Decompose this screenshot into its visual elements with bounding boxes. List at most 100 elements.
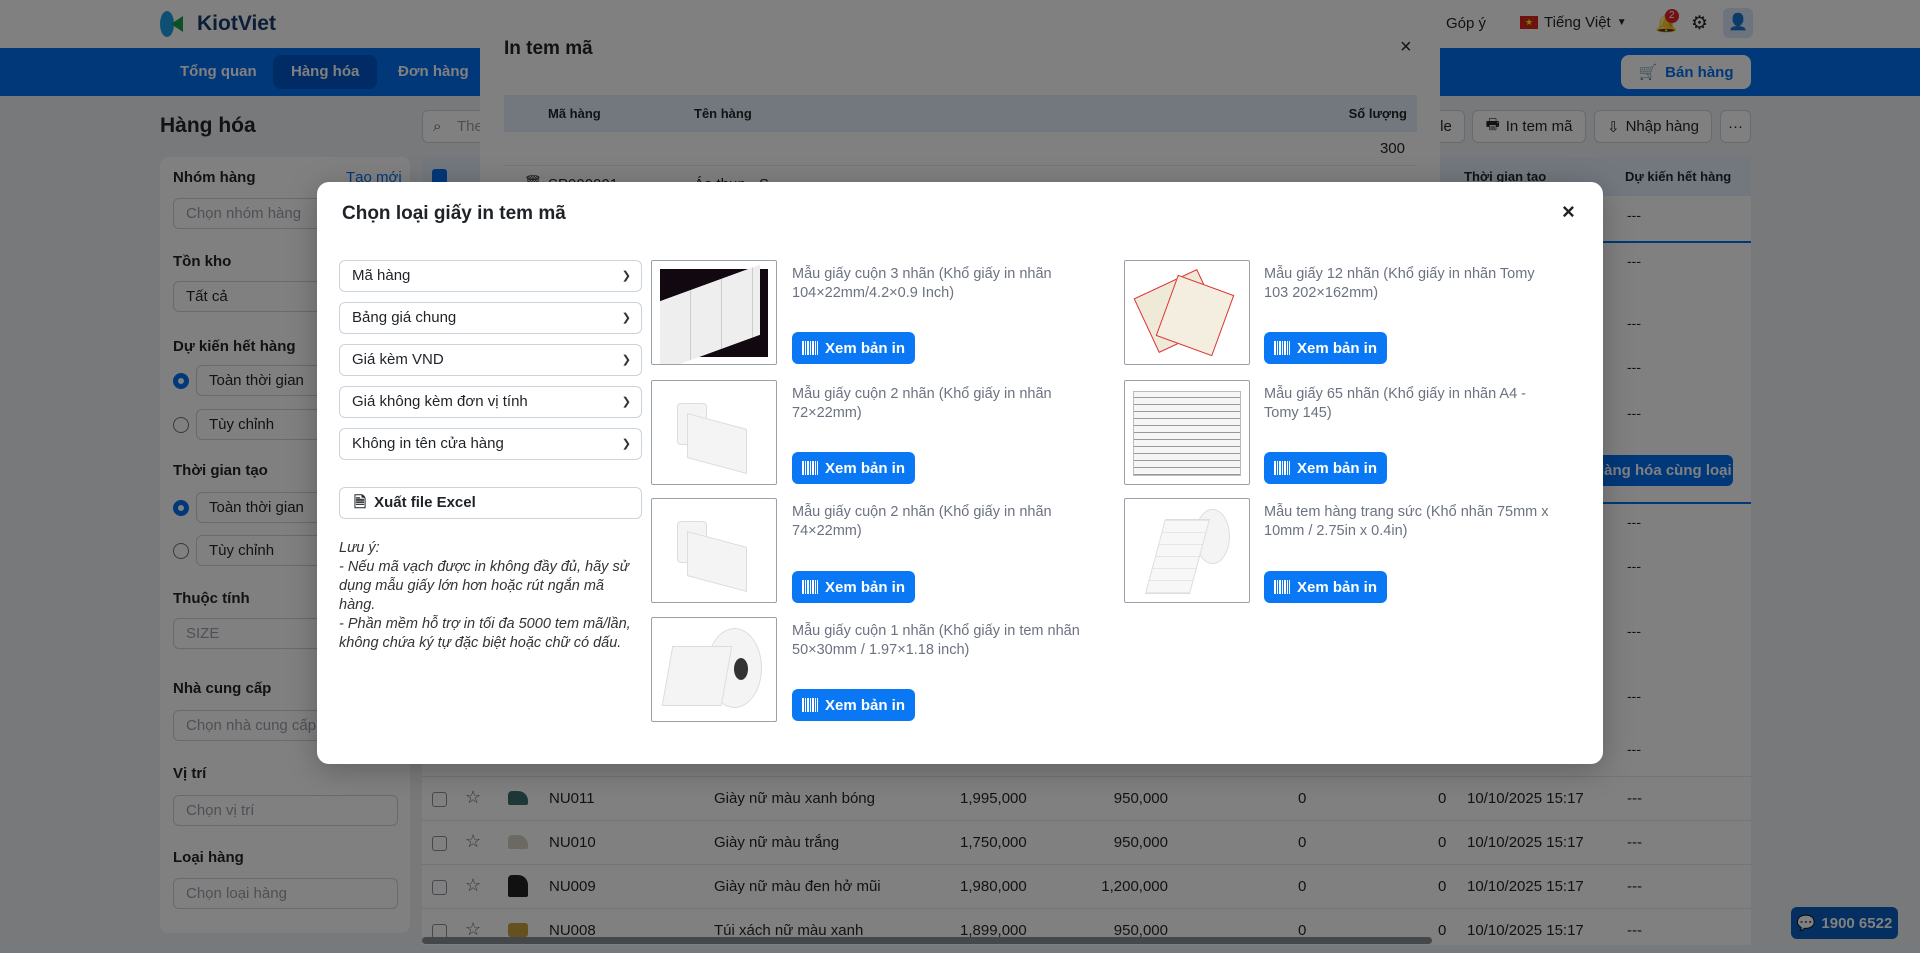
template-desc: Mẫu giấy cuộn 2 nhãn (Khổ giấy in nhãn 7… xyxy=(792,504,1052,539)
chevron-down-icon: ❯ xyxy=(621,354,631,366)
code-field-select[interactable]: Mã hàng ❯ xyxy=(339,260,642,292)
product-code[interactable]: NU009 xyxy=(549,878,596,895)
export-excel-button[interactable]: 🗎 Xuất file Excel xyxy=(339,487,642,519)
product-name: Giày nữ màu trắng xyxy=(714,834,840,851)
sell-button-label: Bán hàng xyxy=(1665,63,1734,81)
product-price: 1,980,000 xyxy=(960,878,1027,895)
product-code[interactable]: NU010 xyxy=(549,834,596,851)
printer-icon: 🖶 xyxy=(1485,116,1500,133)
preview-button[interactable]: Xem bản in xyxy=(1264,452,1387,484)
currency-select[interactable]: Giá kèm VND ❯ xyxy=(339,344,642,376)
more-options-button[interactable]: ··· xyxy=(1720,110,1751,143)
expected-custom-radio[interactable] xyxy=(173,417,189,433)
template-desc: Mẫu giấy 12 nhãn (Khổ giấy in nhãn Tomy … xyxy=(1264,266,1535,301)
language-label: Tiếng Việt xyxy=(1544,14,1611,31)
product-expected: --- xyxy=(1627,834,1642,851)
product-name: Giày nữ màu đen hở mũi xyxy=(714,878,881,895)
brand-name[interactable]: KiotViet xyxy=(197,12,276,36)
favorite-star-icon[interactable]: ☆ xyxy=(465,787,481,808)
product-ordered: 0 xyxy=(1438,878,1447,895)
note: Lưu ý: - Nếu mã vạch được in không đầy đ… xyxy=(339,539,644,653)
preview-button[interactable]: Xem bản in xyxy=(792,332,915,364)
note-title: Lưu ý: xyxy=(339,540,380,556)
created-custom-radio[interactable] xyxy=(173,543,189,559)
preview-label: Xem bản in xyxy=(824,339,906,357)
product-image xyxy=(508,835,528,849)
close-icon[interactable]: × xyxy=(1400,36,1412,59)
favorite-star-icon[interactable]: ☆ xyxy=(465,831,481,852)
language-selector[interactable]: ★ Tiếng Việt ▼ xyxy=(1520,14,1627,31)
product-cost: 950,000 xyxy=(1113,834,1168,851)
print-table-header: Mã hàng Tên hàng Số lượng xyxy=(504,95,1417,132)
table-row[interactable]: ☆ NU010 Giày nữ màu trắng 1,750,000 950,… xyxy=(422,820,1751,865)
notification-badge: 2 xyxy=(1665,9,1679,23)
note-line: - Nếu mã vạch được in không đầy đủ, hãy … xyxy=(339,559,629,613)
product-ordered: 0 xyxy=(1438,834,1447,851)
same-type-button[interactable]: Hàng hóa cùng loại xyxy=(1592,455,1733,486)
created-all-radio[interactable] xyxy=(173,500,189,516)
row-checkbox[interactable] xyxy=(432,836,447,851)
row-checkbox[interactable] xyxy=(432,792,447,807)
page-title: Hàng hóa xyxy=(160,114,256,137)
file-icon: 🗎 xyxy=(354,494,367,511)
table-row[interactable]: ☆ NU009 Giày nữ màu đen hở mũi 1,980,000… xyxy=(422,864,1751,909)
product-created: 10/10/2025 15:17 xyxy=(1467,834,1584,851)
select-value: Giá không kèm đơn vị tính xyxy=(352,393,528,410)
product-price: 1,750,000 xyxy=(960,834,1027,851)
product-cost: 1,200,000 xyxy=(1101,878,1168,895)
vietnam-flag-icon: ★ xyxy=(1520,16,1538,29)
more-icon: ··· xyxy=(1728,118,1743,135)
expected-cell: --- xyxy=(1627,558,1641,574)
table-row[interactable]: ☆ NU011 Giày nữ màu xanh bóng 1,995,000 … xyxy=(422,776,1751,821)
template-image-roll-1 xyxy=(651,617,777,722)
preview-button[interactable]: Xem bản in xyxy=(792,452,915,484)
location-select[interactable]: Chọn vị trí xyxy=(173,795,398,826)
barcode-icon xyxy=(801,341,818,355)
settings-gear-icon[interactable]: ⚙ xyxy=(1691,12,1708,35)
col-code: Mã hàng xyxy=(548,106,601,121)
notification-bell-icon[interactable]: 🔔 2 xyxy=(1655,9,1679,34)
close-icon[interactable]: × xyxy=(1562,199,1575,225)
preview-label: Xem bản in xyxy=(824,696,906,714)
template-image-jewelry xyxy=(1124,498,1250,603)
sell-button[interactable]: 🛒 Bán hàng xyxy=(1621,55,1751,89)
expected-all-radio[interactable] xyxy=(173,373,189,389)
product-ordered: 0 xyxy=(1438,790,1447,807)
row-checkbox[interactable] xyxy=(432,880,447,895)
import-button[interactable]: ⇩ Nhập hàng xyxy=(1594,110,1712,143)
select-value: Mã hàng xyxy=(352,267,411,284)
preview-label: Xem bản in xyxy=(1296,339,1378,357)
nav-tab-products[interactable]: Hàng hóa xyxy=(273,55,378,89)
group-label: Nhóm hàng xyxy=(173,169,256,186)
product-stock: 0 xyxy=(1298,834,1307,851)
expected-cell: --- xyxy=(1627,359,1641,375)
horizontal-scrollbar[interactable] xyxy=(422,937,1432,944)
header-expected: Dự kiến hết hàng xyxy=(1625,169,1732,184)
favorite-star-icon[interactable]: ☆ xyxy=(465,875,481,896)
col-name: Tên hàng xyxy=(694,106,752,121)
nav-tab-orders[interactable]: Đơn hàng xyxy=(380,55,487,89)
support-hotline-button[interactable]: 💬 1900 6522 xyxy=(1791,907,1898,939)
product-created: 10/10/2025 15:17 xyxy=(1467,790,1584,807)
preview-button[interactable]: Xem bản in xyxy=(792,689,915,721)
preview-button[interactable]: Xem bản in xyxy=(1264,571,1387,603)
price-list-select[interactable]: Bảng giá chung ❯ xyxy=(339,302,642,334)
nav-tab-overview[interactable]: Tổng quan xyxy=(162,55,275,89)
expected-cell: --- xyxy=(1627,253,1641,269)
print-labels-button[interactable]: 🖶 In tem mã xyxy=(1472,110,1586,143)
template-image-sheet-12 xyxy=(1124,260,1250,365)
product-code[interactable]: NU011 xyxy=(549,790,595,807)
unit-select[interactable]: Giá không kèm đơn vị tính ❯ xyxy=(339,386,642,418)
location-label: Vị trí xyxy=(173,765,207,782)
table-row[interactable]: ☆ NU008 Túi xách nữ màu xanh 1,899,000 9… xyxy=(422,908,1751,953)
type-select[interactable]: Chọn loại hàng xyxy=(173,878,398,909)
preview-button[interactable]: Xem bản in xyxy=(1264,332,1387,364)
product-image xyxy=(508,923,528,937)
search-icon: ⌕ xyxy=(433,118,442,135)
expected-cell: --- xyxy=(1627,207,1641,223)
chevron-down-icon: ❯ xyxy=(621,270,631,282)
preview-button[interactable]: Xem bản in xyxy=(792,571,915,603)
user-avatar[interactable]: 👤 xyxy=(1723,8,1753,38)
feedback-link[interactable]: Góp ý xyxy=(1446,15,1486,32)
store-name-select[interactable]: Không in tên cửa hàng ❯ xyxy=(339,428,642,460)
